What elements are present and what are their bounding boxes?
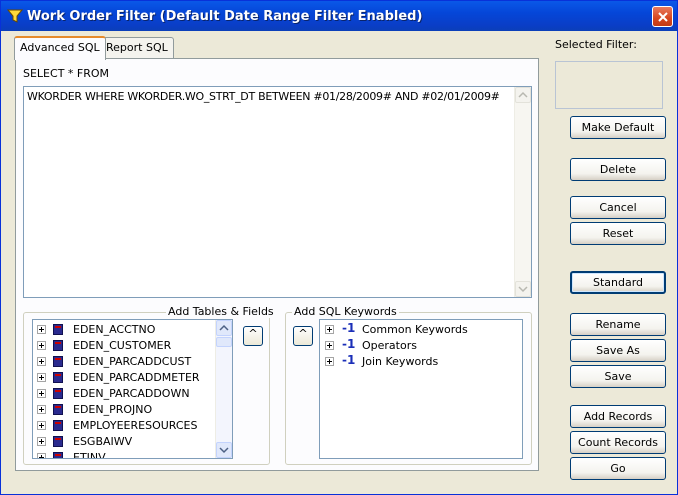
scroll-down-button[interactable] (216, 442, 232, 458)
count-records-button[interactable]: Count Records (570, 431, 666, 454)
add-table-field-button-label: ^ (248, 327, 258, 340)
tree-item-label: Join Keywords (362, 355, 439, 368)
scroll-thumb[interactable] (216, 337, 232, 347)
add-sql-keyword-button[interactable]: ^ (293, 326, 313, 346)
go-button[interactable]: Go (570, 457, 666, 480)
tree-item-label: Operators (362, 339, 417, 352)
table-icon (53, 356, 63, 367)
tree-item-label: EDEN_PARCADDMETER (73, 371, 200, 384)
tree-item-label: EMPLOYEERESOURCES (73, 419, 198, 432)
table-icon (53, 436, 63, 447)
reset-button[interactable]: Reset (570, 222, 666, 245)
table-icon (53, 404, 63, 415)
sql-query-textarea[interactable]: WKORDER WHERE WKORDER.WO_STRT_DT BETWEEN… (23, 86, 532, 298)
tables-fields-scrollbar[interactable] (215, 320, 232, 458)
scroll-up-button[interactable] (216, 320, 232, 336)
save-button[interactable]: Save (570, 365, 666, 388)
tree-item-label: EDEN_PARCADDOWN (73, 387, 190, 400)
expand-icon[interactable] (37, 453, 46, 458)
expand-icon[interactable] (37, 405, 46, 414)
expand-icon[interactable] (37, 373, 46, 382)
tab-advanced-sql-label: Advanced SQL (20, 41, 100, 54)
scroll-down-button[interactable] (515, 281, 531, 297)
tables-fields-tree[interactable]: EDEN_ACCTNO EDEN_CUSTOMER EDEN_PARCADDCU… (32, 319, 233, 459)
tree-item-label: EDEN_PROJNO (73, 403, 153, 416)
chevron-down-icon (518, 286, 528, 293)
chevron-up-icon (219, 324, 229, 331)
cancel-button[interactable]: Cancel (570, 196, 666, 219)
add-table-field-button[interactable]: ^ (243, 326, 263, 346)
tree-item-label: EDEN_PARCADDCUST (73, 355, 192, 368)
expand-icon[interactable] (37, 341, 46, 350)
selected-filter-box (555, 61, 663, 109)
sql-keywords-tree[interactable]: -1 Common Keywords -1 Operators -1 Join … (319, 319, 523, 459)
chevron-up-icon (518, 91, 528, 98)
filter-funnel-icon (6, 8, 24, 24)
close-icon (658, 12, 668, 22)
expand-icon[interactable] (37, 421, 46, 430)
tables-fields-group-label: Add Tables & Fields (166, 305, 276, 318)
delete-button[interactable]: Delete (570, 158, 666, 181)
table-icon (53, 340, 63, 351)
scroll-up-button[interactable] (515, 87, 531, 103)
expand-icon[interactable] (325, 341, 334, 350)
rename-button[interactable]: Rename (570, 313, 666, 336)
selected-filter-label: Selected Filter: (555, 38, 637, 51)
sql-query-text: WKORDER WHERE WKORDER.WO_STRT_DT BETWEEN… (27, 90, 500, 103)
add-sql-keyword-button-label: ^ (298, 327, 308, 340)
table-icon (53, 388, 63, 399)
tree-item-label: EDEN_CUSTOMER (73, 339, 172, 352)
expand-icon[interactable] (37, 325, 46, 334)
sql-scrollbar[interactable] (514, 87, 531, 297)
keyword-icon: -1 (342, 337, 356, 351)
expand-icon[interactable] (325, 357, 334, 366)
close-button[interactable] (652, 6, 673, 27)
expand-icon[interactable] (37, 389, 46, 398)
add-records-button[interactable]: Add Records (570, 405, 666, 428)
window-title: Work Order Filter (Default Date Range Fi… (27, 9, 423, 24)
tree-item-label: ESGBAIWV (73, 435, 133, 448)
chevron-down-icon (219, 447, 229, 454)
work-order-filter-window: Work Order Filter (Default Date Range Fi… (0, 0, 678, 495)
table-icon (53, 452, 63, 458)
table-icon (53, 324, 63, 335)
title-bar[interactable]: Work Order Filter (Default Date Range Fi… (1, 1, 677, 31)
sql-keywords-group-label: Add SQL Keywords (292, 305, 399, 318)
table-icon (53, 372, 63, 383)
tree-item-label: EDEN_ACCTNO (73, 323, 156, 336)
tab-report-sql-label: Report SQL (106, 41, 168, 54)
tree-item-label: Common Keywords (362, 323, 468, 336)
expand-icon[interactable] (37, 357, 46, 366)
save-as-button[interactable]: Save As (570, 339, 666, 362)
keyword-icon: -1 (342, 353, 356, 367)
table-icon (53, 420, 63, 431)
tab-advanced-sql[interactable]: Advanced SQL (14, 36, 106, 60)
make-default-button[interactable]: Make Default (570, 116, 666, 139)
tree-item-label: ETINV (73, 451, 106, 459)
select-from-label: SELECT * FROM (23, 67, 110, 80)
standard-button[interactable]: Standard (570, 271, 666, 294)
keyword-icon: -1 (342, 321, 356, 335)
expand-icon[interactable] (37, 437, 46, 446)
expand-icon[interactable] (325, 325, 334, 334)
tab-report-sql[interactable]: Report SQL (100, 37, 174, 58)
